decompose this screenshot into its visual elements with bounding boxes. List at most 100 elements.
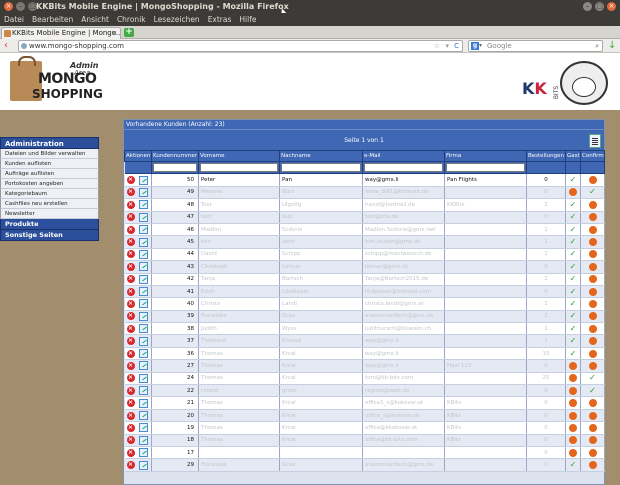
url-bar[interactable]: www.mongo-shopping.com ☆ ▾ C [18,40,463,52]
edit-icon[interactable] [138,175,148,185]
window-minimize-right-icon[interactable]: – [583,2,592,11]
edit-icon[interactable] [138,435,148,445]
cell-confirm[interactable] [580,458,605,472]
reload-icon[interactable]: C [454,41,459,51]
sidebar-item-auftraege[interactable]: Aufträge auflisten [0,169,99,179]
cell-gast[interactable] [565,186,581,200]
cell-confirm[interactable] [580,211,605,224]
edit-icon[interactable] [138,262,148,272]
search-icon[interactable]: ⌕ [595,41,599,51]
delete-icon[interactable]: × [126,337,135,346]
delete-icon[interactable]: × [126,399,135,408]
url-dropdown-icon[interactable]: ▾ [445,41,449,51]
col-gast-header[interactable]: Gast [565,150,581,162]
cell-confirm[interactable] [580,285,605,299]
col-firma-header[interactable]: Firma [444,150,527,162]
cell-gast[interactable]: ✓ [565,285,581,299]
delete-icon[interactable]: × [126,448,135,457]
delete-icon[interactable]: × [126,188,135,197]
search-bar[interactable]: g ▾ Google ⌕ [468,40,603,52]
edit-icon[interactable] [138,336,148,346]
cell-gast[interactable]: ✓ [565,248,581,262]
delete-icon[interactable]: × [126,312,135,321]
delete-icon[interactable]: × [126,262,135,271]
cell-gast[interactable]: ✓ [565,223,581,237]
cell-confirm[interactable] [580,396,605,410]
edit-icon[interactable] [138,274,148,284]
col-email-header[interactable]: e-Mail [362,150,445,162]
cell-confirm[interactable] [580,248,605,262]
edit-icon[interactable] [138,200,148,210]
cell-confirm[interactable] [580,446,605,460]
edit-icon[interactable] [138,237,148,247]
edit-icon[interactable] [138,287,148,297]
edit-icon[interactable] [138,324,148,334]
delete-icon[interactable]: × [126,461,135,470]
delete-icon[interactable]: × [126,361,135,370]
col-bestellungen-header[interactable]: Bestellungen [526,150,566,162]
cell-gast[interactable]: ✓ [565,334,581,348]
cell-gast[interactable] [565,384,581,398]
col-vorname-header[interactable]: Vorname [198,150,280,162]
delete-icon[interactable]: × [126,374,135,383]
filter-firma-input[interactable] [446,163,525,173]
filter-email-input[interactable] [364,163,443,173]
sidebar-item-cashfiles[interactable]: Cashfiles neu erstellen [0,199,99,209]
cell-confirm[interactable] [580,273,605,286]
edit-icon[interactable] [138,187,148,197]
tab-close-icon[interactable]: × [111,28,117,39]
delete-icon[interactable]: × [126,225,135,234]
search-engine-dropdown-icon[interactable]: ▾ [479,41,482,51]
edit-icon[interactable] [138,386,148,396]
menu-extras[interactable]: Extras [207,13,233,26]
col-kundennummer-header[interactable]: Kundennummer [151,150,199,162]
window-maximize-right-icon[interactable]: □ [595,2,604,11]
sidebar-item-kategoriebaum[interactable]: Kategoriebaum [0,189,99,199]
cell-gast[interactable]: ✓ [565,458,581,472]
cell-confirm[interactable] [580,310,605,324]
delete-icon[interactable]: × [126,423,135,432]
delete-icon[interactable]: × [126,299,135,308]
cell-gast[interactable]: ✓ [565,347,581,361]
cell-gast[interactable]: ✓ [565,211,581,224]
window-minimize-icon[interactable]: – [16,2,25,11]
edit-icon[interactable] [138,398,148,408]
cell-gast[interactable] [565,446,581,460]
cell-gast[interactable]: ✓ [565,273,581,286]
delete-icon[interactable]: × [126,200,135,209]
browser-tab[interactable]: KKBits Mobile Engine | Mongo... × [1,27,121,39]
cell-gast[interactable]: ✓ [565,322,581,336]
edit-icon[interactable] [138,411,148,420]
new-customer-icon[interactable] [589,134,601,148]
delete-icon[interactable]: × [126,176,135,185]
google-icon[interactable]: g [471,42,479,50]
col-confirm-header[interactable]: Confirm [580,150,605,162]
cell-confirm[interactable] [580,334,605,348]
menu-bearbeiten[interactable]: Bearbeiten [31,13,74,26]
cell-gast[interactable] [565,421,581,435]
sidebar-item-dateien[interactable]: Dateien und Bilder verwalten [0,149,99,159]
edit-icon[interactable] [138,373,148,383]
cell-confirm[interactable] [580,173,605,187]
edit-icon[interactable] [138,460,148,470]
mongoshopping-logo[interactable]: Admin Area MONGO SHOPPING [10,56,105,105]
cell-gast[interactable] [565,396,581,410]
delete-icon[interactable]: × [126,436,135,445]
cell-confirm[interactable] [580,260,605,274]
cell-confirm[interactable]: ✓ [580,372,605,386]
sidebar-item-portokosten[interactable]: Portokosten angeben [0,179,99,189]
cell-confirm[interactable] [580,359,605,373]
download-icon[interactable]: ↓ [608,40,616,52]
cell-confirm[interactable] [580,235,605,249]
sidebar-item-kunden[interactable]: Kunden auflisten [0,159,99,169]
menu-datei[interactable]: Datei [3,13,25,26]
delete-icon[interactable]: × [126,213,135,222]
sidebar-item-newsletter[interactable]: Newsletter [0,209,99,219]
cell-confirm[interactable] [580,322,605,336]
filter-nachname-input[interactable] [281,163,361,173]
sidebar-section-administration[interactable]: Administration [0,137,99,149]
cell-gast[interactable] [565,409,581,423]
back-icon[interactable]: ‹ [4,40,8,52]
cell-gast[interactable]: ✓ [565,260,581,274]
edit-icon[interactable] [138,361,148,371]
